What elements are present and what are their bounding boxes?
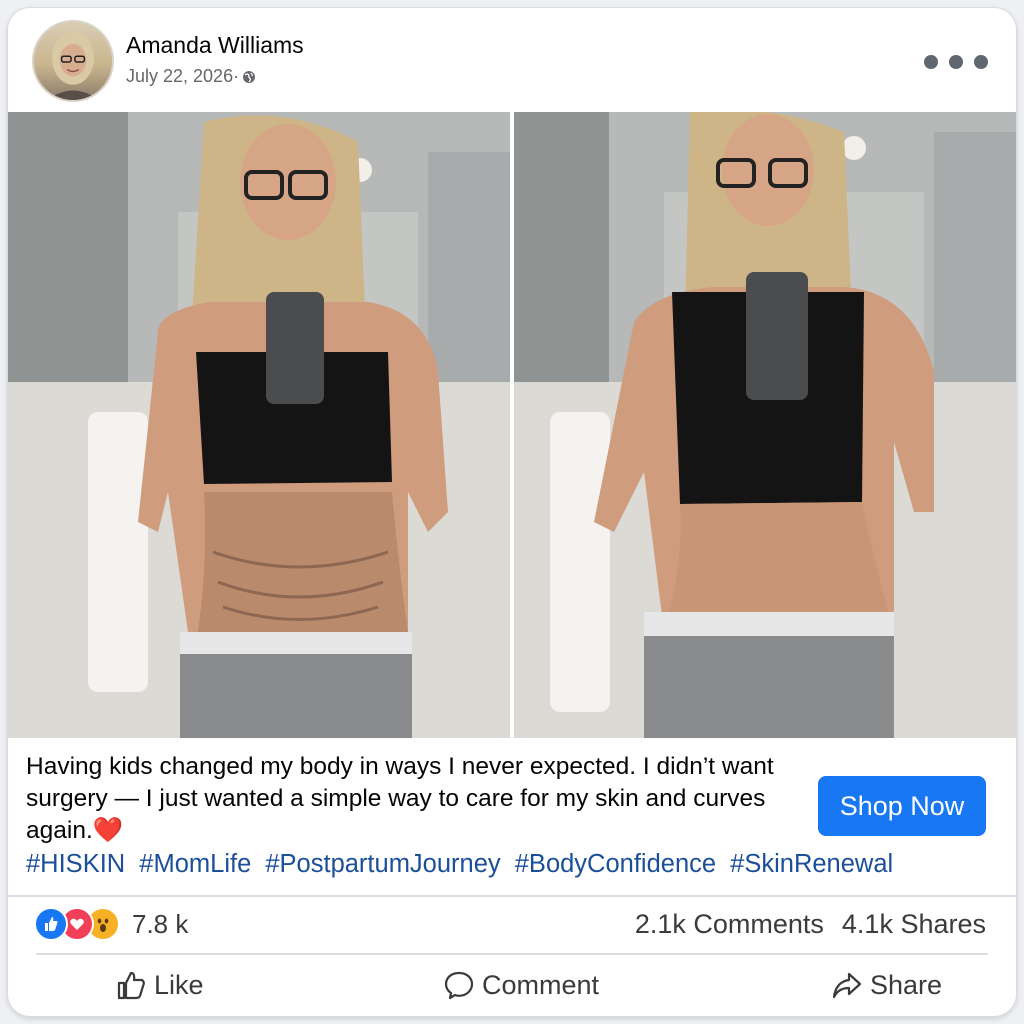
hashtag-link[interactable]: #MomLife bbox=[139, 850, 251, 878]
hashtag-link[interactable]: #SkinRenewal bbox=[730, 850, 893, 878]
author-avatar[interactable] bbox=[32, 20, 114, 102]
hashtag-link[interactable]: #HISKIN bbox=[26, 850, 125, 878]
share-icon bbox=[832, 972, 862, 999]
post-caption: Having kids changed my body in ways I ne… bbox=[26, 751, 786, 847]
thumbs-up-icon bbox=[117, 971, 145, 1000]
dot-icon bbox=[949, 55, 963, 69]
dot-icon bbox=[924, 55, 938, 69]
before-photo[interactable] bbox=[8, 112, 510, 738]
author-name[interactable]: Amanda Williams bbox=[126, 32, 304, 59]
like-button[interactable]: Like bbox=[114, 968, 204, 1002]
hashtag-link[interactable]: #BodyConfidence bbox=[515, 850, 716, 878]
dot-icon bbox=[974, 55, 988, 69]
hashtag-list: #HISKIN #MomLife #PostpartumJourney #Bod… bbox=[26, 850, 1006, 879]
like-label: Like bbox=[154, 969, 204, 1000]
shop-now-button[interactable]: Shop Now bbox=[818, 776, 986, 836]
post-date[interactable]: July 22, 2026· bbox=[126, 66, 239, 87]
engagement-stats: 2.1k Comments 4.1k Shares bbox=[635, 909, 986, 940]
divider bbox=[8, 895, 1016, 897]
post-header: Amanda Williams July 22, 2026· bbox=[8, 8, 1016, 112]
heart-emoji-icon: ❤️ bbox=[92, 817, 124, 844]
like-reaction-icon bbox=[34, 907, 68, 941]
more-options-button[interactable] bbox=[924, 48, 988, 76]
post-photos bbox=[8, 112, 1016, 738]
comment-button[interactable]: Comment bbox=[442, 968, 599, 1002]
reaction-count[interactable]: 7.8 k bbox=[132, 909, 188, 940]
divider bbox=[36, 953, 988, 955]
after-photo[interactable] bbox=[514, 112, 1016, 738]
comment-icon bbox=[444, 971, 474, 1000]
post-meta: July 22, 2026· bbox=[126, 66, 256, 87]
hashtag-link[interactable]: #PostpartumJourney bbox=[265, 850, 500, 878]
globe-icon bbox=[243, 70, 256, 83]
reactions-summary[interactable]: 7.8 k bbox=[34, 906, 188, 942]
share-button[interactable]: Share bbox=[830, 968, 942, 1002]
social-post-card: Amanda Williams July 22, 2026· Having ki… bbox=[8, 8, 1016, 1016]
share-label: Share bbox=[870, 969, 943, 1000]
comments-count[interactable]: 2.1k Comments bbox=[635, 909, 824, 940]
shares-count[interactable]: 4.1k Shares bbox=[842, 909, 986, 940]
post-actions: Like Comment Share bbox=[8, 960, 1016, 1012]
caption-text: Having kids changed my body in ways I ne… bbox=[26, 753, 774, 844]
comment-label: Comment bbox=[482, 969, 600, 1000]
